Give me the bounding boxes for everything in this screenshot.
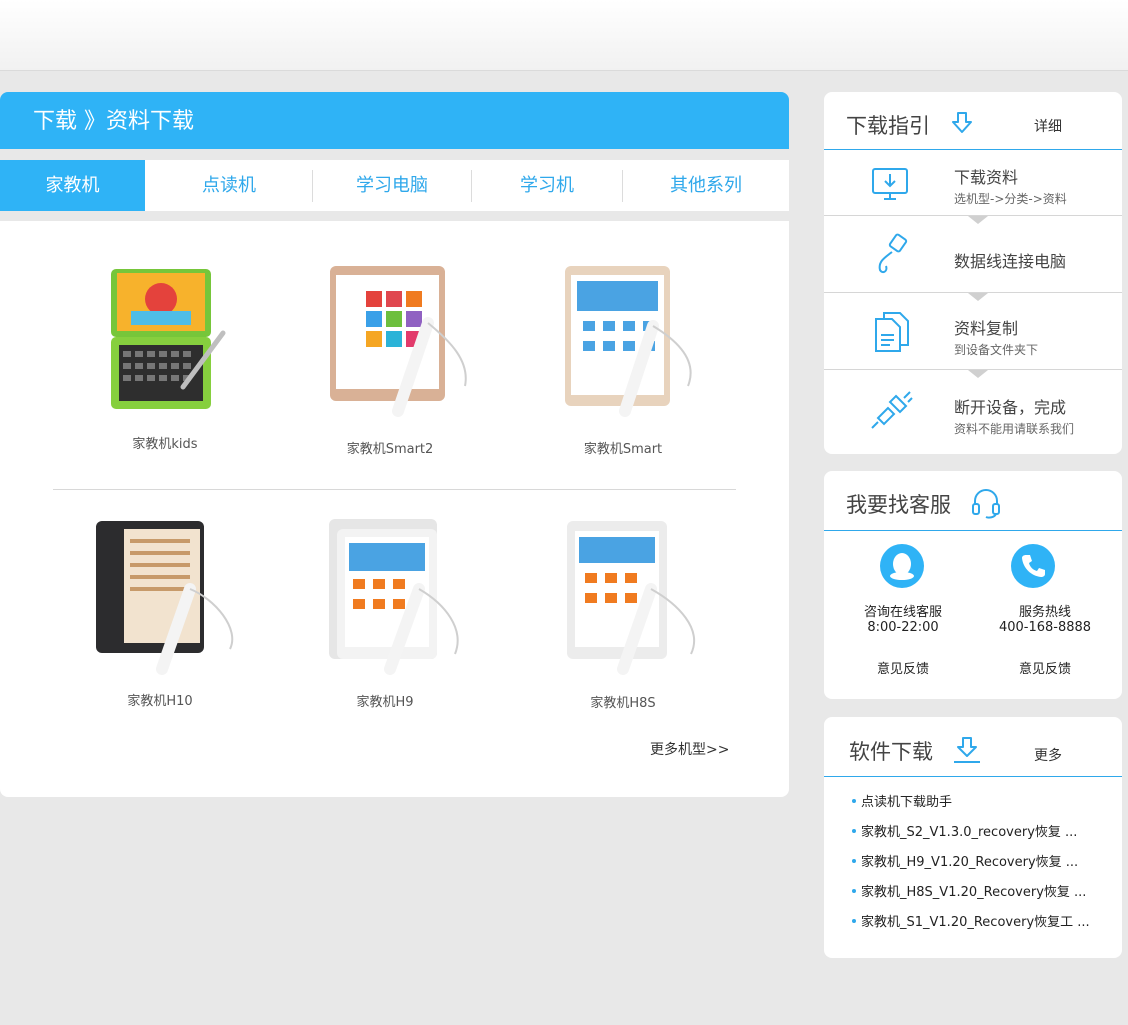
step-title: 断开设备，完成 (954, 398, 1067, 417)
bullet-dot (852, 888, 856, 893)
software-more-link[interactable]: 更多 (1034, 745, 1062, 765)
main-content: 下载 》资料下载 家教机 点读机 学习电脑 学习机 其他系列 家教机kids 家… (0, 92, 789, 797)
product-card-kids[interactable]: 家教机kids (95, 261, 235, 452)
tablet-kids-image (111, 269, 226, 409)
unplug-icon (871, 391, 913, 429)
card-title-underline (824, 530, 1122, 531)
online-service-hours: 8:00-22:00 (867, 620, 939, 635)
tab-xuexiji[interactable]: 学习机 (472, 160, 622, 211)
product-card-h9[interactable]: 家教机H9 (315, 519, 459, 714)
guide-detail-link[interactable]: 详细 (1034, 116, 1062, 136)
download-arrow-icon (952, 112, 972, 133)
breadcrumb-banner: 下载 》资料下载 (0, 92, 789, 149)
guide-step-download: 下载资料 选机型->分类->资料 (824, 150, 1122, 215)
download-guide-card: 下载指引 详细 下载资料 选机型->分类->资料 数据线连接电脑 资料复制 到设… (824, 92, 1122, 454)
card-title-underline (824, 776, 1122, 777)
software-item[interactable]: 点读机下载助手 (852, 791, 952, 810)
tab-xuexi-diannao[interactable]: 学习电脑 (313, 160, 471, 211)
software-item-label: 家教机_S1_V1.20_Recovery恢复工 ... (861, 915, 1090, 930)
tablet-smart2-image (330, 266, 467, 417)
bullet-dot (852, 828, 856, 833)
software-item[interactable]: 家教机_S2_V1.3.0_recovery恢复 ... (852, 821, 1077, 840)
step-title: 下载资料 (954, 168, 1019, 187)
software-item-label: 家教机_H9_V1.20_Recovery恢复 ... (861, 855, 1079, 870)
product-card-h8s[interactable]: 家教机H8S (553, 519, 696, 714)
bullet-dot (852, 858, 856, 863)
software-item[interactable]: 家教机_S1_V1.20_Recovery恢复工 ... (852, 911, 1090, 930)
guide-step-copy: 资料复制 到设备文件夹下 (824, 293, 1122, 369)
step-subtitle: 资料不能用请联系我们 (954, 422, 1075, 436)
phone-icon (1022, 555, 1045, 577)
service-title: 我要找客服 (846, 493, 951, 517)
feedback-link-right[interactable]: 意见反馈 (984, 658, 1106, 677)
online-service-label[interactable]: 咨询在线客服 (844, 601, 962, 620)
headset-icon (972, 489, 1000, 519)
more-models-link[interactable]: 更多机型>> (650, 739, 729, 759)
bullet-dot (852, 918, 856, 923)
step-title: 资料复制 (954, 319, 1019, 338)
product-card-smart2[interactable]: 家教机Smart2 (320, 261, 467, 457)
product-name: 家教机H8S (590, 696, 656, 711)
download-icon (954, 737, 980, 763)
tab-other-series[interactable]: 其他系列 (623, 160, 789, 211)
grid-divider (53, 489, 736, 490)
step-title: 数据线连接电脑 (954, 252, 1067, 271)
software-title: 软件下载 (849, 740, 933, 764)
product-name: 家教机H10 (127, 694, 193, 709)
software-item[interactable]: 家教机_H9_V1.20_Recovery恢复 ... (852, 851, 1078, 870)
product-name: 家教机Smart (583, 442, 663, 457)
software-item-label: 家教机_H8S_V1.20_Recovery恢复 ... (861, 885, 1087, 900)
product-name: 家教机kids (132, 437, 198, 452)
copy-files-icon (875, 312, 909, 352)
bullet-dot (852, 798, 856, 803)
online-service-button[interactable] (880, 544, 924, 588)
tab-diandu[interactable]: 点读机 (145, 160, 313, 211)
tablet-h8s-image (567, 521, 696, 675)
hotline-button[interactable] (1011, 544, 1055, 588)
hotline-number: 400-168-8888 (998, 620, 1092, 635)
feedback-link-left[interactable]: 意见反馈 (844, 658, 962, 677)
product-name: 家教机Smart2 (346, 442, 434, 457)
product-card-smart[interactable]: 家教机Smart (553, 261, 693, 457)
software-download-card: 软件下载 更多 点读机下载助手 家教机_S2_V1.3.0_recovery恢复… (824, 717, 1122, 958)
usb-cable-icon (878, 233, 908, 274)
hotline-label: 服务热线 (1018, 605, 1071, 620)
product-grid-panel: 家教机kids 家教机Smart2 家教机Smart 家教机H10 家教机H9 … (0, 221, 789, 797)
guide-step-disconnect: 断开设备，完成 资料不能用请联系我们 (824, 370, 1122, 454)
product-card-h10[interactable]: 家教机H10 (90, 519, 234, 714)
step-subtitle: 到设备文件夹下 (954, 343, 1039, 357)
tablet-smart-image (565, 266, 692, 417)
customer-service-card: 我要找客服 咨询在线客服 8:00-22:00 服务热线 400-168-888… (824, 471, 1122, 699)
monitor-download-icon (872, 168, 908, 200)
category-tabs: 家教机 点读机 学习电脑 学习机 其他系列 (0, 160, 789, 211)
top-header-bar (0, 0, 1128, 71)
breadcrumb: 下载 》资料下载 (33, 109, 194, 134)
tablet-h10-image (96, 521, 234, 675)
software-item-label: 点读机下载助手 (861, 795, 953, 810)
guide-title: 下载指引 (846, 114, 930, 138)
tab-jiajiaoji[interactable]: 家教机 (0, 160, 145, 211)
software-item[interactable]: 家教机_H8S_V1.20_Recovery恢复 ... (852, 881, 1086, 900)
step-subtitle: 选机型->分类->资料 (954, 192, 1067, 206)
product-name: 家教机H9 (356, 695, 414, 710)
qq-penguin-icon (890, 553, 914, 580)
tablet-h9-image (329, 519, 459, 675)
software-item-label: 家教机_S2_V1.3.0_recovery恢复 ... (861, 825, 1078, 840)
guide-step-connect: 数据线连接电脑 (824, 216, 1122, 292)
